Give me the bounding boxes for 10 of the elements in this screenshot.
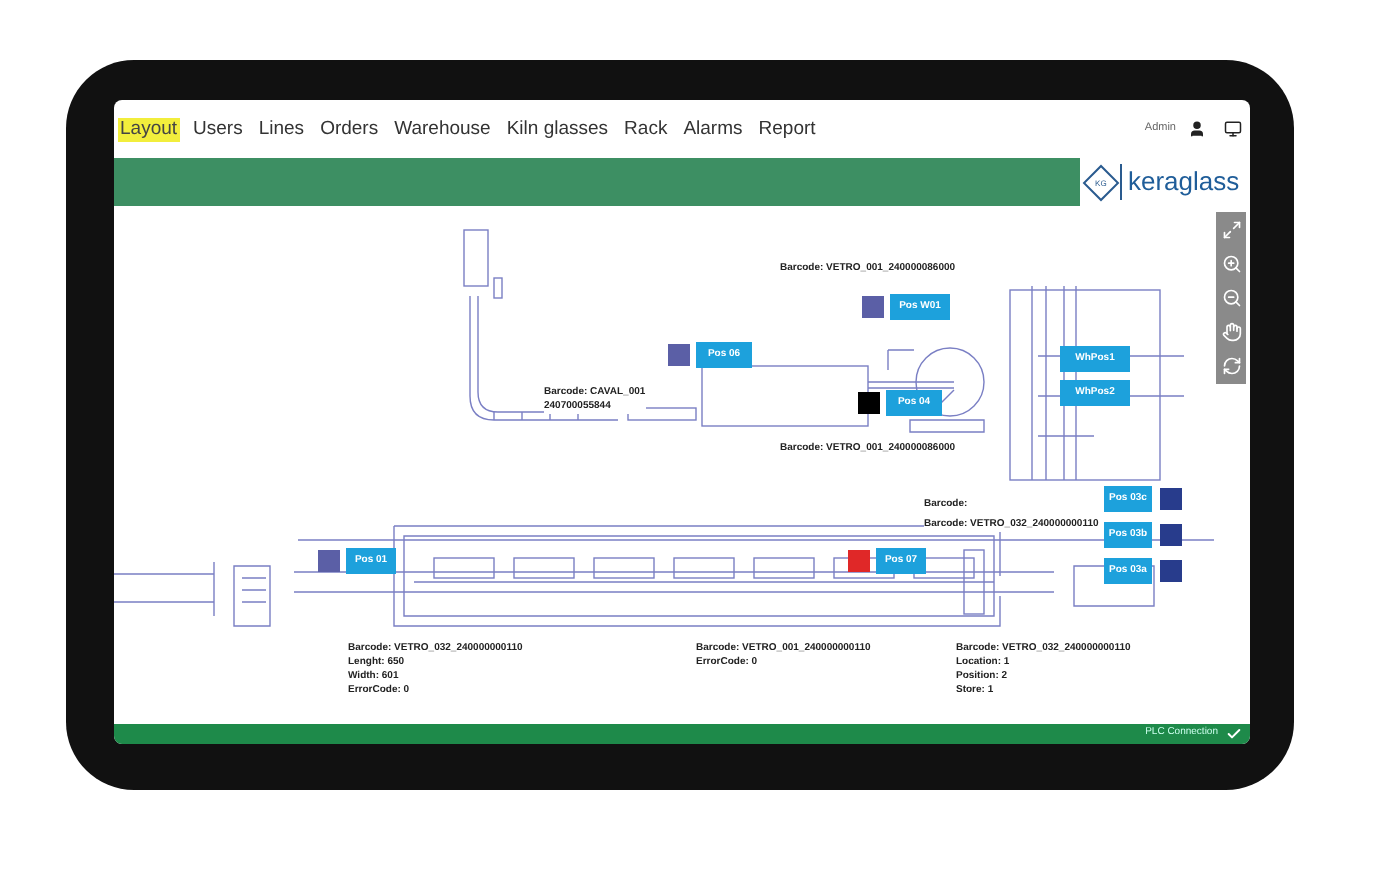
nav-tab[interactable]: Kiln glasses [504,117,611,141]
nav-tab[interactable]: Rack [622,117,670,141]
nav-tab[interactable]: Alarms [681,117,745,141]
nav-tab[interactable]: Report [756,117,818,141]
nav-tab[interactable]: Lines [256,117,307,141]
nav-tab[interactable]: Layout [118,117,180,141]
logo-text: keraglass [1128,164,1240,201]
nav-tab[interactable]: Orders [318,117,381,141]
nav-tab[interactable]: Warehouse [392,117,493,141]
nav-tab[interactable]: Users [191,117,245,141]
